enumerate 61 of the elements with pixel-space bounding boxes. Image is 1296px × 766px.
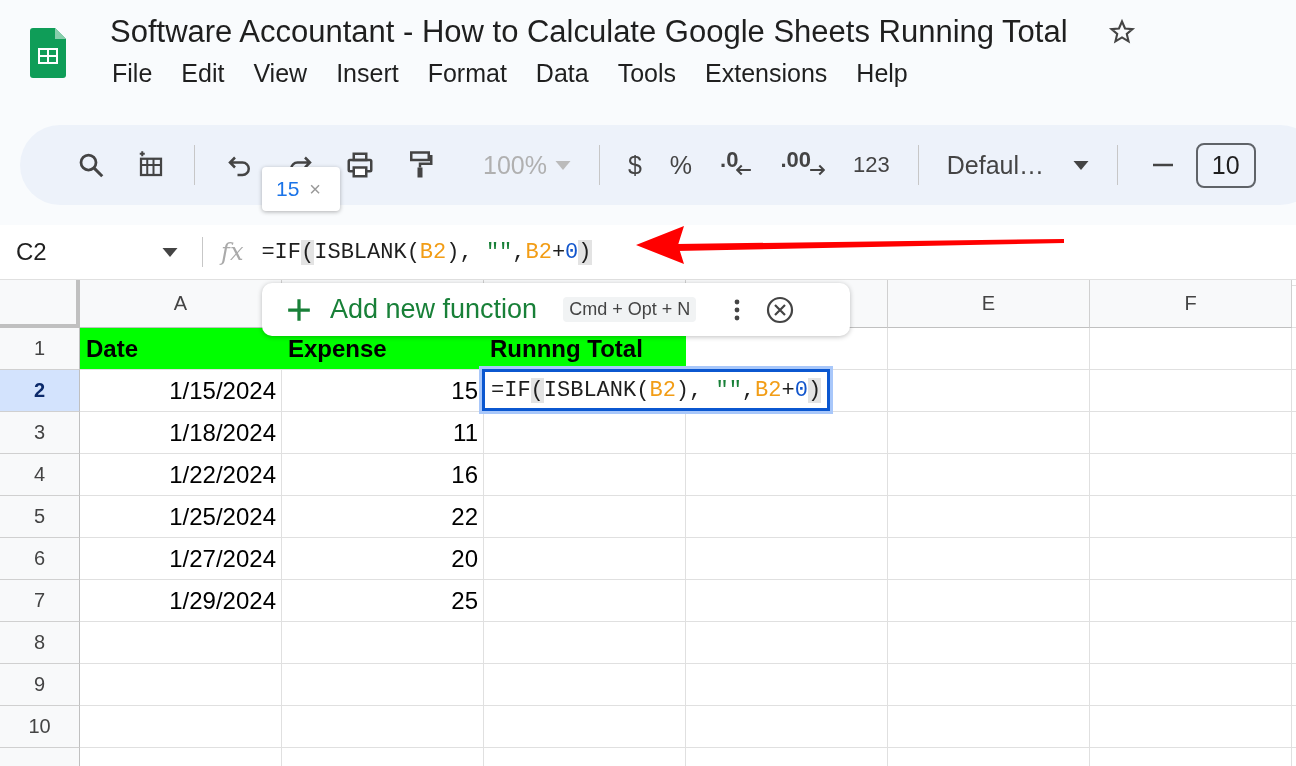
table-cell-text: 1/29/2024 (169, 587, 277, 615)
right-arrow-icon (809, 164, 826, 176)
cell-editor[interactable]: =IF(ISBLANK(B2), "",B2+0) (482, 369, 831, 411)
number-format-button[interactable]: 123 (839, 152, 904, 178)
table-cell-text: 1/22/2024 (169, 461, 277, 489)
menu-item[interactable]: Format (427, 59, 507, 88)
column-header[interactable]: F (1090, 280, 1292, 328)
menu-item[interactable]: Edit (181, 59, 225, 88)
more-vert-icon[interactable] (734, 297, 741, 322)
row-header[interactable]: 10 (0, 706, 80, 748)
menu-item[interactable]: Tools (617, 59, 677, 88)
increase-decimals-button[interactable]: .00 (766, 144, 840, 186)
row-header[interactable]: 5 (0, 496, 80, 538)
value-tooltip: 15 × (262, 167, 340, 211)
table-cell-text: 1/25/2024 (169, 503, 277, 531)
row-header[interactable]: 9 (0, 664, 80, 706)
add-function-link[interactable]: Add new function (330, 294, 538, 325)
left-arrow-icon (736, 164, 753, 176)
header-cell: Date (80, 328, 282, 369)
row-header[interactable]: 8 (0, 622, 80, 664)
star-icon[interactable] (1107, 18, 1136, 46)
sheets-logo-icon[interactable] (30, 28, 66, 78)
name-box[interactable]: C2 (0, 238, 178, 266)
fx-label: fx (221, 238, 244, 266)
caret-icon (1072, 160, 1089, 170)
menu-item[interactable]: Insert (336, 59, 399, 88)
table-cell-text: 25 (451, 587, 479, 615)
menu-item[interactable]: Extensions (705, 59, 828, 88)
table-cell-text: 1/15/2024 (169, 377, 277, 405)
row-header[interactable]: 1 (0, 328, 80, 370)
currency-button[interactable]: $ (613, 150, 656, 180)
row-header[interactable]: 2 (0, 370, 80, 412)
table-cell-text: 15 (451, 377, 479, 405)
row-header[interactable]: 3 (0, 412, 80, 454)
font-size-field[interactable]: 10 (1195, 142, 1256, 188)
menu-item[interactable]: File (112, 59, 153, 88)
percent-button[interactable]: % (655, 150, 707, 180)
formula-input[interactable]: =IF(ISBLANK(B2), "",B2+0) (261, 239, 592, 265)
caret-icon (162, 247, 178, 257)
table-cell-text: 11 (453, 419, 479, 447)
table-cell-text: 1/27/2024 (169, 545, 277, 573)
menu-item[interactable]: View (253, 59, 308, 88)
table-cell-text: 20 (451, 545, 479, 573)
font-dropdown[interactable]: Defaul… (932, 150, 1103, 180)
row-header[interactable]: 4 (0, 454, 80, 496)
document-title[interactable]: Software Accountant - How to Calculate Google Sheets Running Total (110, 14, 1068, 50)
column-header[interactable]: E (888, 280, 1090, 328)
menu-item[interactable]: Data (535, 59, 589, 88)
plus-icon[interactable] (286, 296, 312, 323)
table-cell-text: 16 (451, 461, 479, 489)
table-cell-text: 22 (451, 503, 479, 531)
caret-icon (554, 160, 571, 170)
menu-item[interactable]: Help (856, 59, 908, 88)
print-icon[interactable] (345, 150, 375, 180)
shortcut-hint: Cmd + Opt + N (563, 297, 697, 322)
decrease-decimals-button[interactable]: .0 (706, 144, 767, 186)
row-header[interactable]: 7 (0, 580, 80, 622)
row-header[interactable]: 6 (0, 538, 80, 580)
close-icon[interactable] (766, 295, 795, 324)
table-cell-text: 1/18/2024 (169, 419, 277, 447)
column-header[interactable]: A (80, 280, 282, 328)
